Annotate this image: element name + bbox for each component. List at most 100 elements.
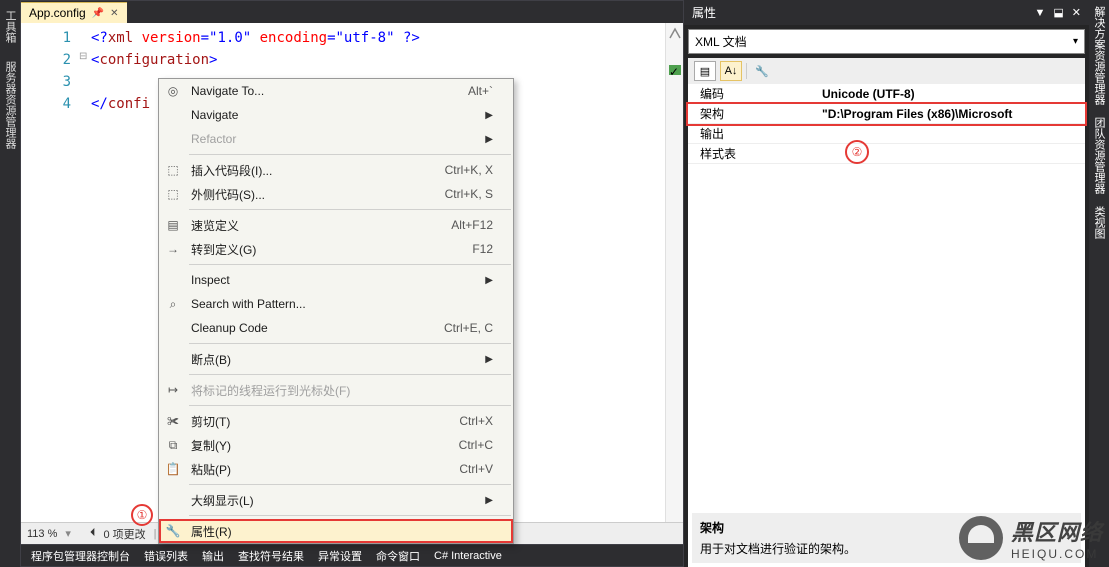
- change-marker-icon: ✓: [669, 65, 681, 75]
- changes-count: 0 项更改: [103, 526, 145, 542]
- menu-icon: ▤: [165, 218, 181, 232]
- menu-item[interactable]: ⌕Search with Pattern...: [159, 292, 513, 316]
- menu-item[interactable]: Cleanup CodeCtrl+E, C: [159, 316, 513, 340]
- right-dock-tab[interactable]: 解决方案资源管理器: [1089, 0, 1109, 111]
- property-row[interactable]: 样式表: [688, 144, 1085, 164]
- menu-shortcut: Ctrl+E, C: [444, 321, 493, 335]
- left-dock-tab[interactable]: 服务器资源管理器: [0, 56, 20, 154]
- menu-item[interactable]: → 转到定义(G) F12: [159, 237, 513, 261]
- line-gutter: 1 2 3 4: [21, 23, 91, 522]
- properties-panel: 属性 ▼ ⬓ ✕ XML 文档 ▾ ▤ A↓ 🔧 编码Unicode (UTF-…: [684, 0, 1089, 567]
- property-value[interactable]: Unicode (UTF-8): [818, 87, 1085, 101]
- property-row[interactable]: 输出: [688, 124, 1085, 144]
- chevron-down-icon: ▾: [1073, 36, 1078, 47]
- right-dock-tab[interactable]: 团队资源管理器: [1089, 111, 1109, 200]
- close-icon[interactable]: ✕: [1072, 6, 1081, 19]
- menu-item: ↦将标记的线程运行到光标处(F): [159, 378, 513, 402]
- wrench-icon[interactable]: 🔧: [751, 61, 773, 81]
- pin-icon[interactable]: 📌: [92, 8, 104, 19]
- property-key: 架构: [688, 105, 818, 122]
- menu-shortcut: Ctrl+X: [459, 414, 493, 428]
- bottom-tool-tabs: 程序包管理器控制台 错误列表 输出 查找符号结果 异常设置 命令窗口 C# In…: [21, 544, 683, 566]
- menu-item[interactable]: 🔧 属性(R): [159, 519, 513, 543]
- menu-shortcut: Ctrl+C: [459, 438, 493, 452]
- pin-icon[interactable]: ⬓: [1053, 6, 1063, 19]
- menu-item[interactable]: ⬚插入代码段(I)...Ctrl+K, X: [159, 158, 513, 182]
- menu-item[interactable]: ⧉复制(Y)Ctrl+C: [159, 433, 513, 457]
- dropdown-icon[interactable]: ▼: [1034, 7, 1045, 19]
- line-number: 2: [21, 49, 71, 71]
- properties-title: 属性: [692, 4, 716, 21]
- chevron-right-icon: ▶: [485, 495, 493, 506]
- outline-toggle-icon[interactable]: ⊟: [79, 51, 87, 62]
- bottom-tab[interactable]: 查找符号结果: [238, 548, 304, 564]
- alphabetical-sort-icon[interactable]: A↓: [720, 61, 742, 81]
- bottom-tab[interactable]: 异常设置: [318, 548, 362, 564]
- file-tab-label: App.config: [29, 6, 86, 20]
- bottom-tab[interactable]: 程序包管理器控制台: [31, 548, 130, 564]
- menu-label: Inspect: [191, 273, 230, 287]
- chevron-right-icon: ▶: [485, 134, 493, 145]
- right-dock-tab[interactable]: 类视图: [1089, 200, 1109, 245]
- menu-icon: 🔧: [165, 524, 181, 538]
- menu-label: 速览定义: [191, 217, 239, 234]
- menu-icon: ⬚: [165, 187, 181, 201]
- menu-item[interactable]: ◎Navigate To...Alt+`: [159, 79, 513, 103]
- tabbar: App.config 📌 ✕: [21, 1, 683, 23]
- menu-item[interactable]: ⬚外侧代码(S)...Ctrl+K, S: [159, 182, 513, 206]
- object-selector[interactable]: XML 文档 ▾: [688, 29, 1085, 54]
- property-row[interactable]: 编码Unicode (UTF-8): [688, 84, 1085, 104]
- menu-label: 粘贴(P): [191, 461, 231, 478]
- menu-label: Navigate To...: [191, 84, 264, 98]
- zoom-level[interactable]: 113 %: [27, 528, 57, 540]
- nav-top-icon[interactable]: [668, 26, 682, 40]
- menu-label: 属性(R): [191, 523, 232, 540]
- menu-icon: →: [165, 242, 181, 256]
- menu-shortcut: Ctrl+K, X: [445, 163, 493, 177]
- menu-icon: 📋: [165, 462, 181, 476]
- property-key: 输出: [688, 125, 818, 142]
- menu-item[interactable]: ✀ 剪切(T) Ctrl+X: [159, 409, 513, 433]
- menu-label: 剪切(T): [191, 413, 230, 430]
- menu-shortcut: Alt+F12: [451, 218, 493, 232]
- property-value[interactable]: "D:\Program Files (x86)\Microsoft: [818, 107, 1085, 121]
- menu-item[interactable]: Navigate▶: [159, 103, 513, 127]
- menu-label: 将标记的线程运行到光标处(F): [191, 382, 350, 399]
- file-tab[interactable]: App.config 📌 ✕: [21, 2, 127, 23]
- menu-item[interactable]: 大纲显示(L)▶: [159, 488, 513, 512]
- property-row[interactable]: 架构"D:\Program Files (x86)\Microsoft: [688, 104, 1085, 124]
- annotation-circle-1: ①: [131, 504, 153, 526]
- scroll-indicator[interactable]: ✓: [665, 23, 683, 522]
- left-dock: 工具箱 服务器资源管理器: [0, 0, 20, 567]
- menu-icon: ⬚: [165, 163, 181, 177]
- menu-item[interactable]: 断点(B)▶: [159, 347, 513, 371]
- properties-grid: 编码Unicode (UTF-8)架构"D:\Program Files (x8…: [688, 84, 1085, 567]
- categorized-icon[interactable]: ▤: [694, 61, 716, 81]
- menu-shortcut: Ctrl+K, S: [445, 187, 493, 201]
- prev-change-icon[interactable]: ⏴: [90, 527, 96, 540]
- menu-item: Refactor▶: [159, 127, 513, 151]
- line-number: 3: [21, 71, 71, 93]
- annotation-circle-2: ②: [845, 140, 869, 164]
- watermark-sub: HEIQU.COM: [1011, 547, 1103, 561]
- menu-item[interactable]: ▤ 速览定义 Alt+F12: [159, 213, 513, 237]
- line-number: 1: [21, 27, 71, 49]
- bottom-tab[interactable]: 输出: [202, 548, 224, 564]
- context-menu: ◎Navigate To...Alt+`Navigate▶Refactor▶⬚插…: [158, 78, 514, 544]
- menu-label: 转到定义(G): [191, 241, 256, 258]
- menu-icon: ◎: [165, 84, 181, 98]
- menu-item[interactable]: 📋粘贴(P)Ctrl+V: [159, 457, 513, 481]
- close-icon[interactable]: ✕: [110, 8, 118, 19]
- bottom-tab[interactable]: 错误列表: [144, 548, 188, 564]
- chevron-right-icon: ▶: [485, 275, 493, 286]
- property-key: 编码: [688, 85, 818, 102]
- menu-label: 复制(Y): [191, 437, 231, 454]
- bottom-tab[interactable]: C# Interactive: [434, 550, 502, 562]
- bottom-tab[interactable]: 命令窗口: [376, 548, 420, 564]
- menu-item[interactable]: Inspect ▶: [159, 268, 513, 292]
- menu-shortcut: F12: [472, 242, 493, 256]
- left-dock-tab[interactable]: 工具箱: [0, 5, 20, 48]
- property-key: 样式表: [688, 145, 818, 162]
- menu-icon: ✀: [165, 414, 181, 429]
- watermark-brand: 黑区网络: [1011, 520, 1103, 545]
